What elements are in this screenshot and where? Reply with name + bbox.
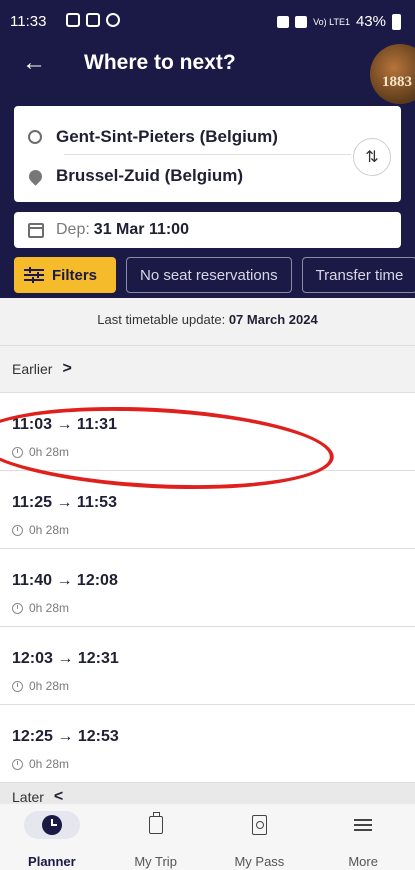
earlier-label: Earlier	[12, 361, 53, 377]
clock-icon	[12, 758, 23, 770]
departure-time-field[interactable]: Dep: 31 Mar 11:00	[14, 212, 401, 248]
duration-text: 0h 28m	[29, 523, 70, 537]
swap-stations-button[interactable]: ⇅	[353, 138, 391, 176]
journey-duration: 0h 28m	[12, 679, 69, 693]
journey-time: 12:25 → 12:53	[12, 728, 119, 745]
nav-planner-icon-wrap	[23, 811, 80, 839]
filters-button[interactable]: Filters	[14, 257, 116, 293]
clock-icon	[12, 680, 23, 692]
signal-text: Vo) LTE1	[313, 16, 350, 27]
journey-row[interactable]: 11:40 → 12:08 0h 28m	[0, 548, 415, 626]
lock-icon	[277, 15, 290, 28]
chevron-right-icon: >	[62, 360, 72, 377]
location-pin-icon	[26, 166, 45, 186]
mute-icon	[295, 15, 308, 28]
nav-more[interactable]: More	[311, 804, 415, 870]
journey-row[interactable]: 11:25 → 11:53 0h 28m	[0, 470, 415, 548]
battery-text: 43%	[355, 13, 386, 30]
update-date: 07 March 2024	[228, 312, 318, 327]
journey-duration: 0h 28m	[12, 757, 69, 771]
earlier-button[interactable]: Earlier >	[0, 345, 415, 392]
duration-text: 0h 28m	[29, 601, 70, 615]
journey-duration: 0h 28m	[12, 445, 69, 459]
route-divider	[64, 154, 351, 155]
filter-row: Filters No seat reservations Transfer ti…	[14, 257, 415, 293]
to-station-label: Brussel-Zuid (Belgium)	[56, 166, 244, 185]
swap-arrows-icon: ⇅	[365, 149, 379, 166]
notification-icons	[66, 13, 120, 27]
messenger-icon	[106, 13, 120, 27]
header: 11:33 Vo) LTE1 43% ← Where to next? 1883…	[0, 0, 415, 298]
route-card: Gent-Sint-Pieters (Belgium) Brussel-Zuid…	[14, 106, 401, 202]
to-station-field[interactable]: Brussel-Zuid (Belgium)	[26, 164, 244, 188]
nav-more-icon-wrap	[335, 811, 391, 839]
journey-time: 12:03 → 12:31	[12, 650, 119, 667]
sliders-icon	[24, 267, 44, 283]
nav-my-trip-label: My Trip	[134, 854, 177, 869]
avatar[interactable]: 1883	[370, 44, 415, 104]
journey-list: 11:03 → 11:31 0h 28m 11:25 → 11:53 0h 28…	[0, 392, 415, 782]
journey-duration: 0h 28m	[12, 601, 69, 615]
nav-planner[interactable]: Planner	[0, 804, 104, 870]
chevron-left-icon: <	[53, 787, 64, 805]
nav-planner-label: Planner	[28, 854, 76, 869]
nav-my-pass[interactable]: My Pass	[208, 804, 312, 870]
nav-more-label: More	[348, 854, 378, 869]
duration-text: 0h 28m	[29, 679, 70, 693]
filters-label: Filters	[52, 266, 98, 284]
message-icon	[86, 13, 100, 27]
luggage-icon	[148, 812, 163, 834]
journey-time: 11:03 → 11:31	[12, 416, 117, 433]
nav-my-pass-icon-wrap	[231, 811, 287, 839]
clock-icon	[12, 524, 23, 536]
top-bar: ← Where to next? 1883	[0, 44, 415, 104]
status-bar: 11:33 Vo) LTE1 43%	[0, 0, 415, 44]
departure-value: 31 Mar 11:00	[93, 221, 189, 238]
filter-chip-no-seat-reservations[interactable]: No seat reservations	[126, 257, 292, 293]
clock-icon	[12, 446, 23, 458]
clock-icon	[41, 815, 62, 835]
later-label: Later	[12, 788, 44, 805]
back-arrow-icon[interactable]: ←	[22, 48, 52, 78]
from-station-field[interactable]: Gent-Sint-Pieters (Belgium)	[28, 125, 278, 149]
journey-row[interactable]: 12:03 → 12:31 0h 28m	[0, 626, 415, 704]
nav-my-pass-label: My Pass	[234, 854, 285, 869]
page-title: Where to next?	[84, 51, 236, 74]
clock-icon	[12, 602, 23, 614]
journey-duration: 0h 28m	[12, 523, 69, 537]
bottom-nav: Planner My Trip My Pass More	[0, 804, 415, 870]
status-right: Vo) LTE1 43%	[277, 13, 401, 30]
journey-time: 11:25 → 11:53	[12, 494, 117, 511]
journey-time: 11:40 → 12:08	[12, 572, 118, 589]
journey-row[interactable]: 11:03 → 11:31 0h 28m	[0, 392, 415, 470]
duration-text: 0h 28m	[29, 757, 70, 771]
departure-label: Dep:	[56, 221, 90, 238]
gallery-icon	[66, 13, 80, 27]
update-prefix: Last timetable update:	[97, 312, 226, 327]
journey-row[interactable]: 12:25 → 12:53 0h 28m	[0, 704, 415, 782]
calendar-icon	[28, 222, 44, 238]
origin-circle-icon	[28, 130, 42, 144]
menu-icon	[354, 819, 373, 831]
avatar-text: 1883	[382, 74, 412, 90]
duration-text: 0h 28m	[29, 445, 70, 459]
battery-icon	[392, 13, 401, 30]
timetable-update-note: Last timetable update: 07 March 2024	[0, 312, 415, 327]
filter-chip-transfer-time[interactable]: Transfer time	[301, 257, 415, 293]
nav-my-trip[interactable]: My Trip	[104, 804, 208, 870]
from-station-label: Gent-Sint-Pieters (Belgium)	[56, 127, 278, 146]
nav-my-trip-icon-wrap	[128, 811, 184, 839]
pass-icon	[251, 815, 267, 835]
status-time: 11:33	[10, 13, 47, 30]
